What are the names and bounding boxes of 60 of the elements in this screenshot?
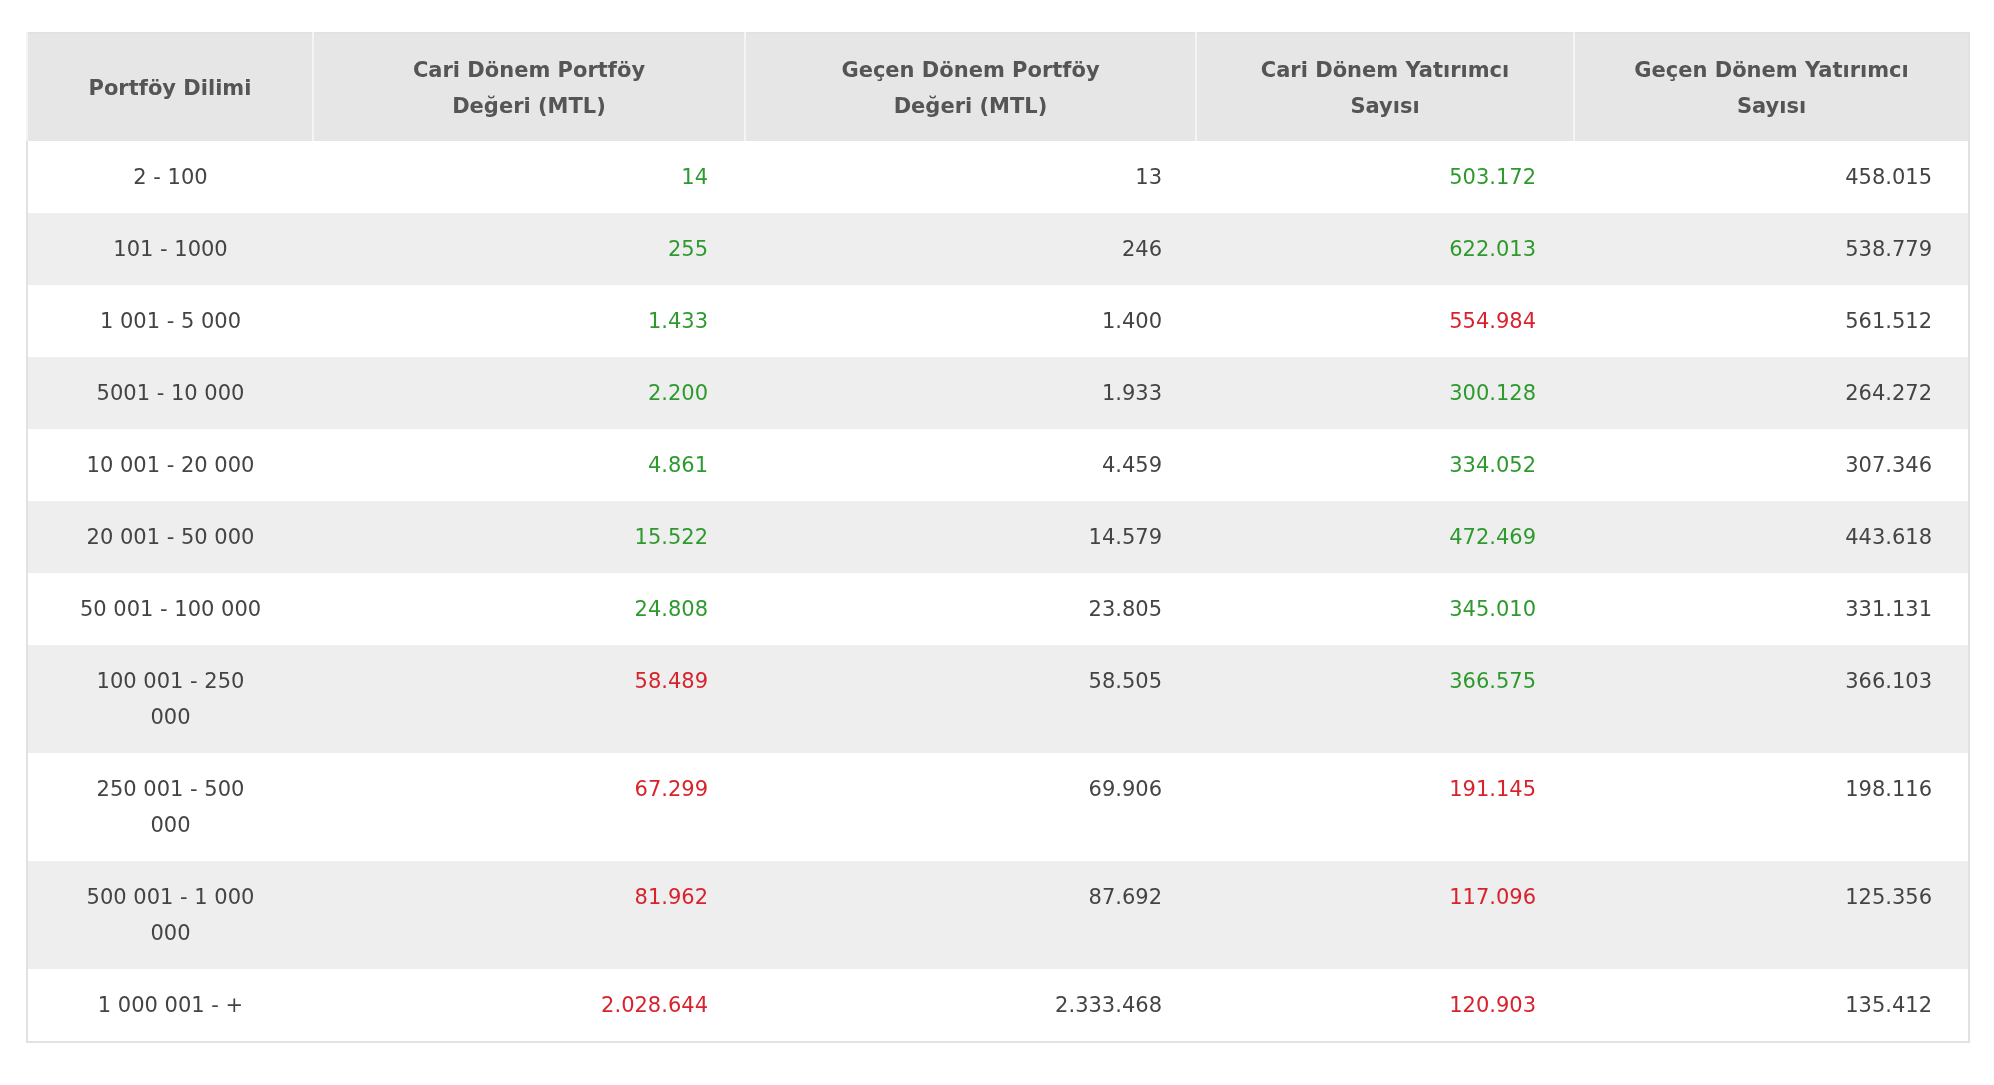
table-cell: 87.692 [745,861,1196,969]
table-cell: 1.933 [745,357,1196,429]
table-cell: 100 001 - 250 000 [27,645,313,753]
table-cell: 443.618 [1574,501,1969,573]
table-cell: 622.013 [1196,213,1574,285]
table-cell: 307.346 [1574,429,1969,501]
table-cell: 334.052 [1196,429,1574,501]
column-header: Geçen Dönem Portföy Değeri (MTL) [745,33,1196,141]
table-cell: 67.299 [313,753,745,861]
table-cell: 503.172 [1196,141,1574,213]
table-cell: 10 001 - 20 000 [27,429,313,501]
table-cell: 250 001 - 500 000 [27,753,313,861]
table-cell: 1 000 001 - + [27,969,313,1042]
table-cell: 69.906 [745,753,1196,861]
table-cell: 2.200 [313,357,745,429]
table-cell: 4.861 [313,429,745,501]
table-cell: 366.575 [1196,645,1574,753]
table-cell: 117.096 [1196,861,1574,969]
table-cell: 24.808 [313,573,745,645]
table-cell: 1.433 [313,285,745,357]
table-cell: 2.028.644 [313,969,745,1042]
column-header: Cari Dönem Portföy Değeri (MTL) [313,33,745,141]
table-cell: 2.333.468 [745,969,1196,1042]
table-cell: 472.469 [1196,501,1574,573]
table-cell: 125.356 [1574,861,1969,969]
table-cell: 538.779 [1574,213,1969,285]
table-cell: 14.579 [745,501,1196,573]
table-cell: 20 001 - 50 000 [27,501,313,573]
table-cell: 135.412 [1574,969,1969,1042]
table-cell: 246 [745,213,1196,285]
table-cell: 58.505 [745,645,1196,753]
table-cell: 554.984 [1196,285,1574,357]
table-cell: 81.962 [313,861,745,969]
table-cell: 120.903 [1196,969,1574,1042]
table-cell: 15.522 [313,501,745,573]
table-cell: 4.459 [745,429,1196,501]
table-cell: 58.489 [313,645,745,753]
table-cell: 14 [313,141,745,213]
column-header: Portföy Dilimi [27,33,313,141]
table-cell: 50 001 - 100 000 [27,573,313,645]
table-cell: 500 001 - 1 000 000 [27,861,313,969]
table-cell: 2 - 100 [27,141,313,213]
table-cell: 300.128 [1196,357,1574,429]
table-cell: 191.145 [1196,753,1574,861]
table-cell: 264.272 [1574,357,1969,429]
table-cell: 561.512 [1574,285,1969,357]
column-header: Cari Dönem Yatırımcı Sayısı [1196,33,1574,141]
table-cell: 331.131 [1574,573,1969,645]
table-cell: 458.015 [1574,141,1969,213]
table-cell: 345.010 [1196,573,1574,645]
table-cell: 101 - 1000 [27,213,313,285]
table-cell: 1 001 - 5 000 [27,285,313,357]
column-header: Geçen Dönem Yatırımcı Sayısı [1574,33,1969,141]
table-cell: 13 [745,141,1196,213]
table-cell: 198.116 [1574,753,1969,861]
table-cell: 366.103 [1574,645,1969,753]
table-cell: 23.805 [745,573,1196,645]
table-cell: 5001 - 10 000 [27,357,313,429]
table-cell: 1.400 [745,285,1196,357]
table-cell: 255 [313,213,745,285]
